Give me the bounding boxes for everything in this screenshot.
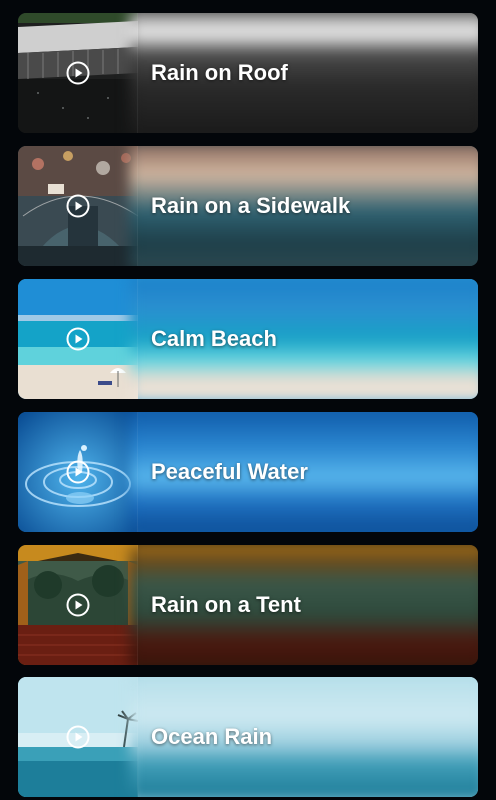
sound-card-rain-on-roof[interactable]: Rain on Roof: [18, 13, 478, 133]
play-circle-icon[interactable]: [66, 327, 90, 351]
sound-title: Rain on a Sidewalk: [151, 193, 351, 218]
sound-title: Peaceful Water: [151, 459, 308, 484]
sound-card-rain-on-a-tent[interactable]: Rain on a Tent: [18, 545, 478, 665]
sound-title: Rain on a Tent: [151, 592, 301, 617]
sound-card-ocean-rain[interactable]: Ocean Rain: [18, 677, 478, 797]
sound-title: Calm Beach: [151, 326, 277, 351]
play-circle-icon[interactable]: [66, 593, 90, 617]
play-circle-icon[interactable]: [66, 61, 90, 85]
sound-title: Ocean Rain: [151, 724, 273, 749]
sound-card-peaceful-water[interactable]: Peaceful Water: [18, 412, 478, 532]
sound-card-calm-beach[interactable]: Calm Beach: [18, 279, 478, 399]
play-circle-icon[interactable]: [66, 460, 90, 484]
sound-card-rain-on-a-sidewalk[interactable]: Rain on a Sidewalk: [18, 146, 478, 266]
play-circle-icon[interactable]: [66, 194, 90, 218]
play-circle-icon[interactable]: [66, 725, 90, 749]
sound-title: Rain on Roof: [151, 60, 288, 85]
sound-list: Rain on Roof Rain on a Sidewalk Calm Bea…: [0, 0, 496, 800]
